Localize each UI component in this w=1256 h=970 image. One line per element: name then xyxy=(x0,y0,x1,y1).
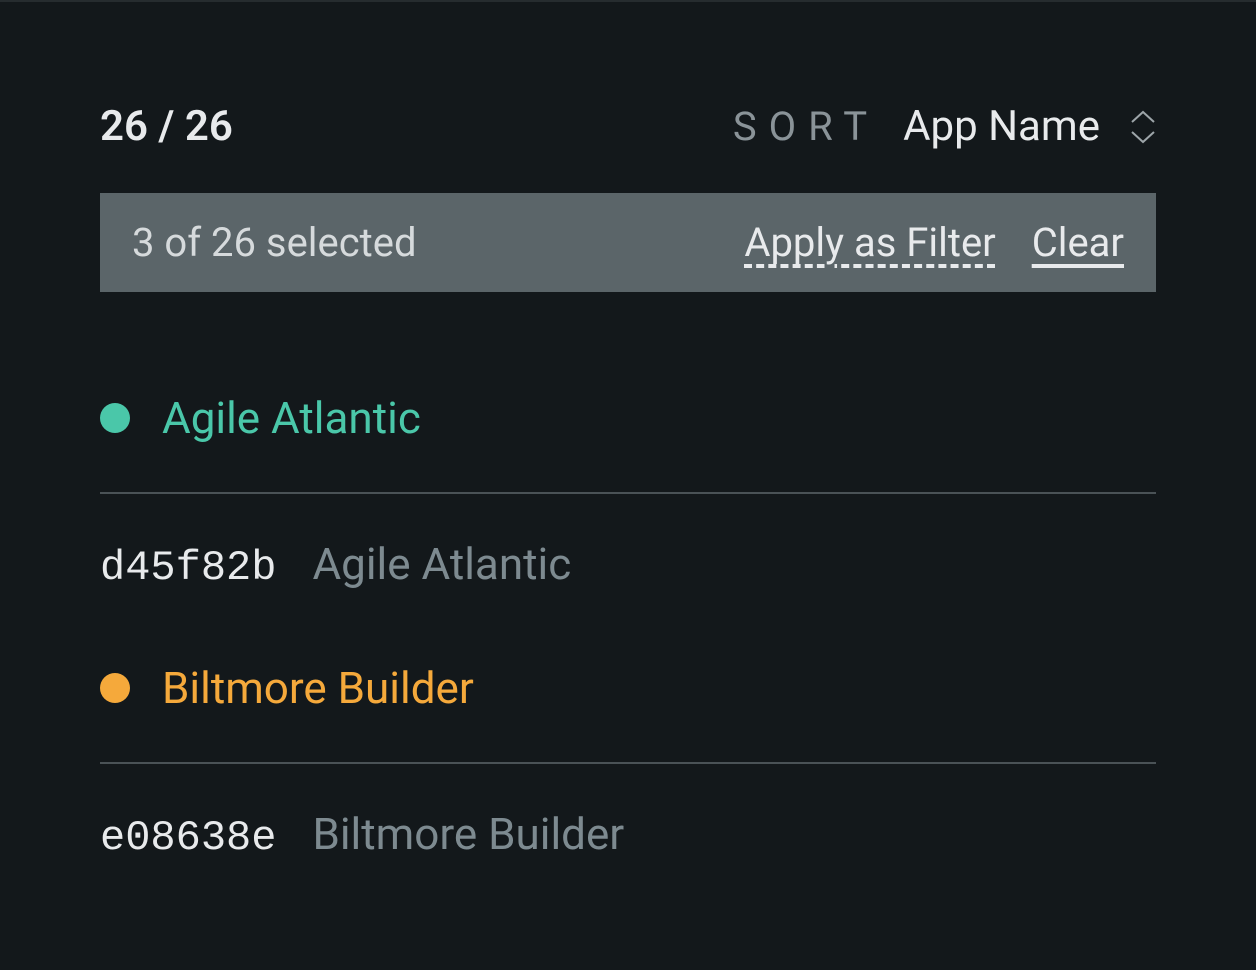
chevron-up-icon xyxy=(1130,110,1156,124)
selection-actions: Apply as Filter Clear xyxy=(744,219,1124,266)
item-id: d45f82b xyxy=(100,544,276,592)
item-id: e08638e xyxy=(100,814,276,862)
main-container: 26 / 26 SORT App Name 3 of 26 selected A… xyxy=(0,2,1256,862)
item-name: Biltmore Builder xyxy=(312,808,624,860)
sort-control[interactable]: SORT App Name xyxy=(733,102,1156,151)
apply-filter-button[interactable]: Apply as Filter xyxy=(744,219,995,266)
divider xyxy=(100,762,1156,764)
divider xyxy=(100,492,1156,494)
list-item[interactable]: e08638e Biltmore Builder xyxy=(100,808,1156,862)
selection-bar: 3 of 26 selected Apply as Filter Clear xyxy=(100,193,1156,292)
status-dot-icon xyxy=(100,673,130,703)
result-count: 26 / 26 xyxy=(100,102,233,151)
group-biltmore-builder: Biltmore Builder e08638e Biltmore Builde… xyxy=(100,662,1156,862)
header-row: 26 / 26 SORT App Name xyxy=(100,102,1156,151)
sort-label: SORT xyxy=(733,103,879,150)
clear-button[interactable]: Clear xyxy=(1032,219,1124,266)
group-title: Agile Atlantic xyxy=(162,392,421,444)
sort-arrows-icon[interactable] xyxy=(1130,110,1156,144)
group-agile-atlantic: Agile Atlantic d45f82b Agile Atlantic xyxy=(100,392,1156,592)
item-name: Agile Atlantic xyxy=(312,538,571,590)
group-title: Biltmore Builder xyxy=(162,662,474,714)
selection-count: 3 of 26 selected xyxy=(132,219,417,266)
chevron-down-icon xyxy=(1130,130,1156,144)
list-item[interactable]: d45f82b Agile Atlantic xyxy=(100,538,1156,592)
group-header[interactable]: Agile Atlantic xyxy=(100,392,1156,444)
sort-value: App Name xyxy=(903,102,1100,151)
status-dot-icon xyxy=(100,403,130,433)
group-header[interactable]: Biltmore Builder xyxy=(100,662,1156,714)
